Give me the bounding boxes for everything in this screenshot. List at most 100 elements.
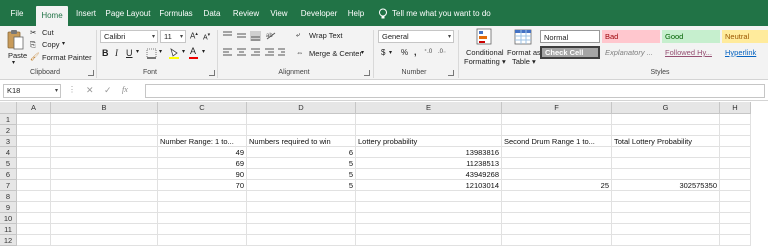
copy-button[interactable]: Copy — [42, 40, 60, 49]
cell-g9[interactable] — [612, 202, 720, 213]
format-as-table-button[interactable]: Format as — [507, 48, 541, 57]
cell-d4[interactable]: 6 — [247, 147, 356, 158]
cell-g3[interactable]: Total Lottery Probability — [612, 136, 720, 147]
cell-c8[interactable] — [158, 191, 247, 202]
cell-g2[interactable] — [612, 125, 720, 136]
cell-a12[interactable] — [17, 235, 51, 246]
cell-h10[interactable] — [720, 213, 751, 224]
row-header-6[interactable]: 6 — [0, 169, 17, 180]
column-header-g[interactable]: G — [612, 102, 720, 114]
cell-e2[interactable] — [356, 125, 502, 136]
cell-e8[interactable] — [356, 191, 502, 202]
column-header-c[interactable]: C — [158, 102, 247, 114]
tab-file[interactable]: File — [4, 0, 30, 26]
cell-f2[interactable] — [502, 125, 612, 136]
cell-h2[interactable] — [720, 125, 751, 136]
column-header-a[interactable]: A — [17, 102, 51, 114]
cut-button[interactable]: Cut — [42, 28, 54, 37]
row-header-8[interactable]: 8 — [0, 191, 17, 202]
insert-function-icon[interactable]: fx — [122, 85, 128, 94]
merge-center-chevron-icon[interactable]: ▾ — [361, 49, 364, 56]
cell-b9[interactable] — [51, 202, 158, 213]
cell-a9[interactable] — [17, 202, 51, 213]
cell-e11[interactable] — [356, 224, 502, 235]
tab-page-layout[interactable]: Page Layout — [104, 0, 152, 26]
row-header-4[interactable]: 4 — [0, 147, 17, 158]
cell-g5[interactable] — [612, 158, 720, 169]
italic-icon[interactable]: I — [115, 48, 118, 58]
cell-f10[interactable] — [502, 213, 612, 224]
cell-d9[interactable] — [247, 202, 356, 213]
cell-g6[interactable] — [612, 169, 720, 180]
cell-f9[interactable] — [502, 202, 612, 213]
comma-style-icon[interactable]: , — [414, 47, 417, 57]
cell-b2[interactable] — [51, 125, 158, 136]
merge-center-icon[interactable]: ⇔ — [296, 48, 304, 57]
column-header-b[interactable]: B — [51, 102, 158, 114]
cancel-entry-icon[interactable]: ✕ — [86, 85, 94, 96]
copy-dropdown-chevron-icon[interactable]: ▾ — [62, 40, 65, 47]
cell-b3[interactable] — [51, 136, 158, 147]
cell-c11[interactable] — [158, 224, 247, 235]
cell-h8[interactable] — [720, 191, 751, 202]
tab-developer[interactable]: Developer — [298, 0, 340, 26]
style-explanatory[interactable]: Explanatory ... — [602, 46, 660, 59]
cell-a3[interactable] — [17, 136, 51, 147]
cell-g1[interactable] — [612, 114, 720, 125]
cut-icon[interactable]: ✂ — [30, 28, 36, 37]
format-as-table-icon[interactable] — [514, 28, 532, 46]
cell-c3[interactable]: Number Range: 1 to... — [158, 136, 247, 147]
underline-icon[interactable]: U — [126, 48, 133, 58]
percent-style-icon[interactable]: % — [401, 48, 408, 57]
cell-h3[interactable] — [720, 136, 751, 147]
tab-review[interactable]: Review — [230, 0, 262, 26]
row-header-11[interactable]: 11 — [0, 224, 17, 235]
cell-c10[interactable] — [158, 213, 247, 224]
accounting-chevron-icon[interactable]: ▾ — [389, 49, 392, 56]
cell-e12[interactable] — [356, 235, 502, 246]
cell-a1[interactable] — [17, 114, 51, 125]
cell-f7[interactable]: 25 — [502, 180, 612, 191]
cell-e3[interactable]: Lottery probability — [356, 136, 502, 147]
row-header-10[interactable]: 10 — [0, 213, 17, 224]
row-header-7[interactable]: 7 — [0, 180, 17, 191]
cell-f8[interactable] — [502, 191, 612, 202]
cell-e10[interactable] — [356, 213, 502, 224]
fill-color-chevron-icon[interactable]: ▾ — [182, 48, 185, 55]
cell-a10[interactable] — [17, 213, 51, 224]
cell-d7[interactable]: 5 — [247, 180, 356, 191]
cell-g7[interactable]: 302575350 — [612, 180, 720, 191]
paste-dropdown-chevron-icon[interactable]: ▾ — [12, 59, 15, 66]
style-check-cell[interactable]: Check Cell — [540, 46, 600, 59]
format-as-table-button-line2[interactable]: Table ▾ — [512, 57, 536, 66]
cell-d8[interactable] — [247, 191, 356, 202]
row-header-9[interactable]: 9 — [0, 202, 17, 213]
number-format-select[interactable]: General ▾ — [378, 30, 454, 43]
cell-h5[interactable] — [720, 158, 751, 169]
style-followed-hyperlink[interactable]: Followed Hy... — [662, 46, 720, 59]
cell-e1[interactable] — [356, 114, 502, 125]
cell-d6[interactable]: 5 — [247, 169, 356, 180]
cell-c7[interactable]: 70 — [158, 180, 247, 191]
cell-d11[interactable] — [247, 224, 356, 235]
cell-c5[interactable]: 69 — [158, 158, 247, 169]
cell-b8[interactable] — [51, 191, 158, 202]
style-neutral[interactable]: Neutral — [722, 30, 768, 43]
alignment-dialog-launcher-icon[interactable] — [364, 70, 370, 76]
underline-chevron-icon[interactable]: ▾ — [136, 48, 139, 55]
cell-f12[interactable] — [502, 235, 612, 246]
cell-a5[interactable] — [17, 158, 51, 169]
borders-icon[interactable] — [146, 48, 157, 59]
cell-a6[interactable] — [17, 169, 51, 180]
cell-c6[interactable]: 90 — [158, 169, 247, 180]
style-hyperlink[interactable]: Hyperlink — [722, 46, 768, 59]
font-color-icon[interactable]: A — [190, 46, 196, 56]
column-header-h[interactable]: H — [720, 102, 751, 114]
confirm-entry-icon[interactable]: ✓ — [104, 85, 112, 96]
tab-formulas[interactable]: Formulas — [156, 0, 196, 26]
cell-d3[interactable]: Numbers required to win — [247, 136, 356, 147]
paste-button[interactable]: Paste — [8, 51, 27, 60]
copy-icon[interactable]: ⎘ — [30, 40, 36, 50]
cell-h7[interactable] — [720, 180, 751, 191]
borders-chevron-icon[interactable]: ▾ — [159, 48, 162, 55]
